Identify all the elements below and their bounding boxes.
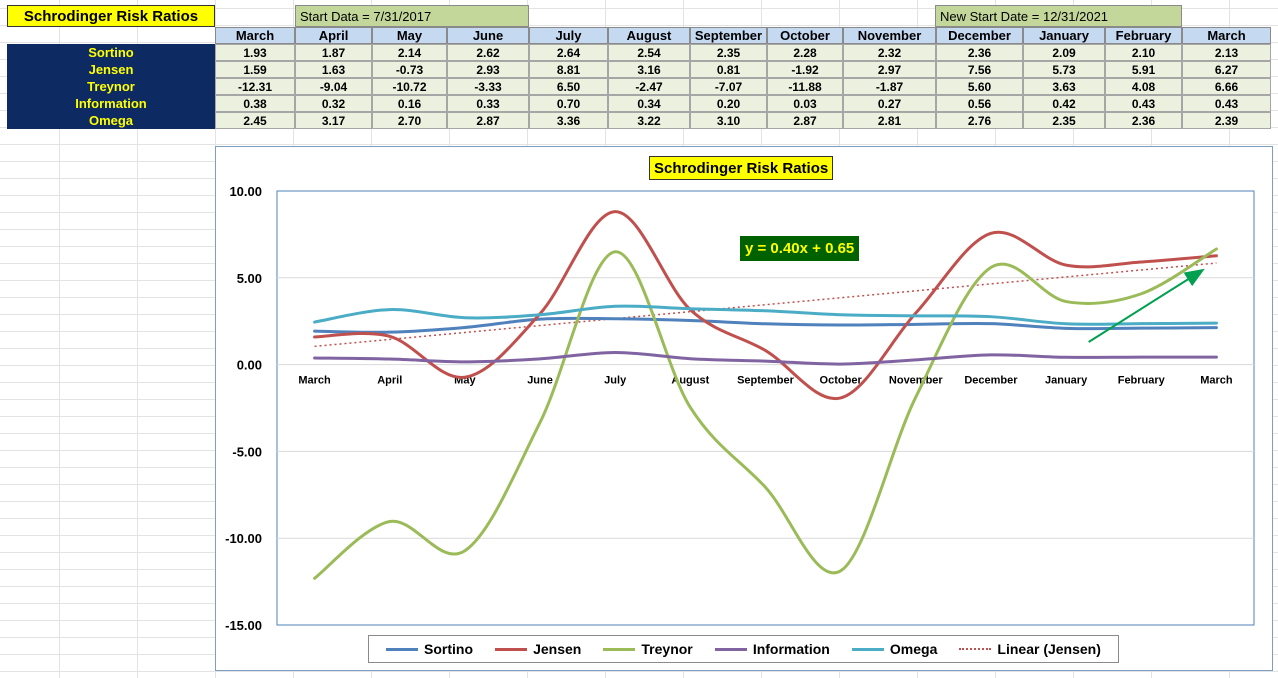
- series-line-omega: [313, 304, 1218, 326]
- legend-label: Sortino: [424, 641, 474, 657]
- legend-swatch: [851, 647, 884, 651]
- legend-swatch: [386, 647, 419, 651]
- legend-swatch: [603, 647, 636, 651]
- x-tick-label: March: [298, 375, 331, 387]
- y-tick-label: -5.00: [232, 444, 262, 459]
- x-tick-label: November: [889, 375, 944, 387]
- y-tick-label: 5.00: [237, 271, 262, 286]
- legend-item-linear-jensen[interactable]: Linear (Jensen): [959, 641, 1101, 657]
- x-tick-label: June: [527, 375, 553, 387]
- x-tick-label: February: [1118, 375, 1166, 387]
- x-tick-label: July: [604, 375, 627, 387]
- legend-label: Linear (Jensen): [997, 641, 1101, 657]
- chart-title[interactable]: Schrodinger Risk Ratios: [649, 156, 834, 180]
- legend-item-treynor[interactable]: Treynor: [603, 641, 693, 657]
- x-tick-label: December: [964, 375, 1018, 387]
- annotation-arrow[interactable]: [1088, 268, 1205, 343]
- y-tick-label: 10.00: [229, 184, 262, 199]
- y-tick-label: -15.00: [225, 618, 262, 633]
- legend-swatch: [714, 647, 747, 651]
- legend-item-sortino[interactable]: Sortino: [386, 641, 473, 657]
- line-chart: 10.00 5.00 0.00 -5.00 -10.00 -15.00 March April…: [225, 184, 1255, 633]
- y-tick-label: 0.00: [237, 358, 262, 373]
- legend-item-information[interactable]: Information: [714, 641, 830, 657]
- legend-label: Information: [752, 641, 830, 657]
- legend-label: Omega: [889, 641, 938, 657]
- legend-label: Treynor: [641, 641, 693, 657]
- legend-item-omega[interactable]: Omega: [851, 641, 938, 657]
- legend-label: Jensen: [533, 641, 582, 657]
- trendline-equation[interactable]: y = 0.40x + 0.65: [740, 236, 860, 261]
- x-tick-label: October: [820, 375, 863, 387]
- x-tick-label: September: [737, 375, 795, 387]
- x-tick-label: March: [1200, 375, 1233, 387]
- legend-item-jensen[interactable]: Jensen: [495, 641, 581, 657]
- x-tick-label: January: [1045, 375, 1088, 387]
- chart-legend[interactable]: Sortino Jensen Treynor Information Omega Line…: [368, 635, 1119, 663]
- series-line-treynor: [313, 247, 1218, 580]
- legend-swatch: [959, 648, 992, 650]
- y-tick-label: -10.00: [225, 531, 262, 546]
- legend-swatch: [495, 647, 528, 651]
- series-line-information: [313, 350, 1218, 366]
- x-tick-label: April: [377, 375, 402, 387]
